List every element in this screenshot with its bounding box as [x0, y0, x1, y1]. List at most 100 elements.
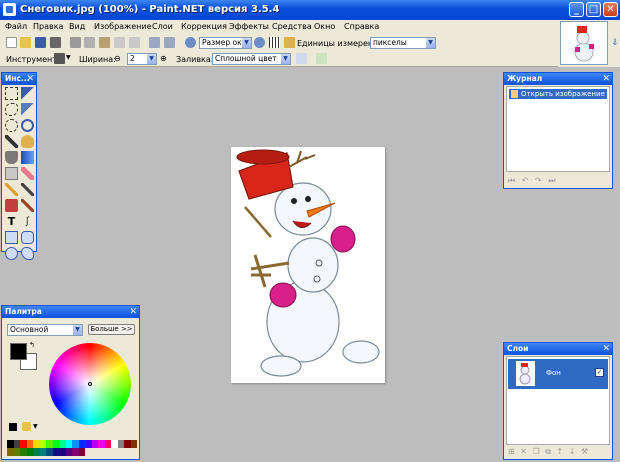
menu-window[interactable]: Окно	[314, 22, 335, 31]
grid-icon[interactable]	[269, 37, 280, 48]
fill-select[interactable]: Сплошной цвет ▼	[212, 53, 291, 65]
zoom-tool-icon[interactable]	[21, 119, 34, 132]
deselect-icon[interactable]	[129, 37, 140, 48]
menu-layers[interactable]: Слои	[152, 22, 173, 31]
antialias-icon[interactable]	[296, 53, 307, 64]
delete-layer-icon[interactable]: ✕	[520, 447, 527, 456]
image-canvas[interactable]	[231, 147, 385, 383]
primary-color-swatch[interactable]	[10, 343, 27, 360]
tools-panel-header[interactable]: Инс... ✕	[2, 73, 36, 85]
layer-visibility-checkbox[interactable]: ✓	[595, 368, 604, 377]
expand-tabs-icon[interactable]: ⇓	[611, 38, 619, 48]
menu-image[interactable]: Изображение	[94, 22, 152, 31]
history-panel-header[interactable]: Журнал ✕	[504, 73, 612, 85]
lasso-select-tool-icon[interactable]	[5, 103, 18, 116]
zoom-select[interactable]: Размер окн ▼	[199, 37, 252, 49]
menu-effects[interactable]: Эффекты	[229, 22, 269, 31]
undo-step-icon[interactable]: ↶	[522, 176, 529, 185]
units-select[interactable]: пикселы ▼	[370, 37, 436, 49]
rectangle-tool-icon[interactable]	[5, 231, 18, 244]
width-select[interactable]: 2 ▼	[127, 53, 157, 65]
pencil-tool-icon[interactable]	[5, 183, 18, 196]
minimize-button[interactable]: _	[569, 2, 584, 17]
palette-panel-header[interactable]: Палитра ✕	[2, 306, 139, 318]
close-icon[interactable]: ✕	[602, 73, 610, 85]
duplicate-layer-icon[interactable]: ❐	[533, 447, 540, 456]
chevron-down-icon: ▼	[73, 325, 82, 335]
rectangle-select-tool-icon[interactable]	[5, 87, 18, 100]
ellipse-tool-icon[interactable]	[5, 247, 18, 260]
layers-list: Фон ✓	[506, 356, 610, 445]
palette-black-icon[interactable]	[9, 423, 17, 431]
crop-icon[interactable]	[114, 37, 125, 48]
add-layer-icon[interactable]: ⊞	[508, 447, 515, 456]
redo-icon[interactable]	[164, 37, 175, 48]
move-layer-up-icon[interactable]: ↑	[556, 447, 563, 456]
paint-bucket-tool-icon[interactable]	[5, 151, 18, 164]
chevron-down-icon[interactable]: ▼	[33, 423, 38, 430]
brush-tool-icon[interactable]	[54, 53, 65, 64]
cut-icon[interactable]	[70, 37, 81, 48]
palette-swatch[interactable]	[130, 440, 137, 448]
close-button[interactable]: ✕	[603, 2, 618, 17]
recolor-tool-icon[interactable]	[21, 199, 34, 212]
save-icon[interactable]	[35, 37, 46, 48]
menu-help[interactable]: Справка	[344, 22, 379, 31]
menu-file[interactable]: Файл	[5, 22, 27, 31]
close-icon[interactable]: ✕	[602, 343, 610, 355]
menu-tools[interactable]: Средства	[272, 22, 312, 31]
ellipse-select-tool-icon[interactable]	[5, 119, 18, 132]
menu-edit[interactable]: Правка	[33, 22, 63, 31]
more-colors-button[interactable]: Больше >>	[88, 324, 135, 335]
menu-adjustments[interactable]: Коррекция	[181, 22, 227, 31]
move-selection-tool-icon[interactable]	[21, 87, 34, 100]
pan-tool-icon[interactable]	[21, 135, 34, 148]
maximize-button[interactable]: □	[586, 2, 601, 17]
rounded-rectangle-tool-icon[interactable]	[21, 231, 34, 244]
layer-name: Фон	[546, 369, 561, 377]
history-item[interactable]: Открыть изображение	[509, 89, 607, 99]
eraser-tool-icon[interactable]	[21, 167, 34, 180]
color-picker-tool-icon[interactable]	[21, 183, 34, 196]
image-thumbnail-tab[interactable]	[560, 21, 608, 65]
zoom-out-icon[interactable]	[185, 37, 196, 48]
plus-icon[interactable]: ⊕	[160, 54, 167, 63]
magic-wand-tool-icon[interactable]	[5, 135, 18, 148]
paint-net-app-icon[interactable]	[3, 3, 16, 16]
print-icon[interactable]	[50, 37, 61, 48]
color-mode-select[interactable]: Основной ▼	[7, 324, 83, 336]
close-icon[interactable]: ✕	[26, 73, 34, 85]
new-file-icon[interactable]	[6, 37, 17, 48]
swap-colors-icon[interactable]: ↰	[29, 341, 35, 349]
move-selected-tool-icon[interactable]	[21, 103, 34, 116]
minus-icon[interactable]: ⊖	[114, 54, 121, 63]
palette-swatch[interactable]	[78, 448, 85, 456]
freeform-shape-tool-icon[interactable]	[21, 247, 34, 260]
ruler-icon[interactable]	[284, 37, 295, 48]
paintbrush-tool-icon[interactable]	[5, 167, 18, 180]
menu-view[interactable]: Вид	[69, 22, 85, 31]
zoom-in-icon[interactable]	[254, 37, 265, 48]
line-curve-tool-icon[interactable]: ʃ	[21, 215, 34, 228]
open-folder-icon[interactable]	[20, 37, 31, 48]
layer-properties-icon[interactable]: ⚒	[581, 447, 588, 456]
rewind-icon[interactable]: ⏮	[508, 176, 515, 185]
layers-panel-header[interactable]: Слои ✕	[504, 343, 612, 355]
gradient-tool-icon[interactable]	[21, 151, 34, 164]
color-wheel-cursor	[88, 382, 92, 386]
chevron-down-icon[interactable]: ▼	[66, 54, 71, 61]
close-icon[interactable]: ✕	[129, 306, 137, 318]
move-layer-down-icon[interactable]: ↓	[569, 447, 576, 456]
undo-icon[interactable]	[149, 37, 160, 48]
blend-mode-icon[interactable]	[316, 53, 327, 64]
merge-layer-icon[interactable]: ⧉	[545, 447, 551, 456]
text-tool-icon[interactable]: T	[5, 215, 18, 228]
palette-menu-icon[interactable]	[22, 422, 31, 431]
clone-stamp-tool-icon[interactable]	[5, 199, 18, 212]
color-wheel[interactable]	[49, 343, 131, 425]
fast-forward-icon[interactable]: ⏭	[548, 176, 555, 185]
paste-icon[interactable]	[99, 37, 110, 48]
copy-icon[interactable]	[84, 37, 95, 48]
redo-step-icon[interactable]: ↷	[535, 176, 542, 185]
layer-row[interactable]: Фон ✓	[508, 359, 608, 389]
